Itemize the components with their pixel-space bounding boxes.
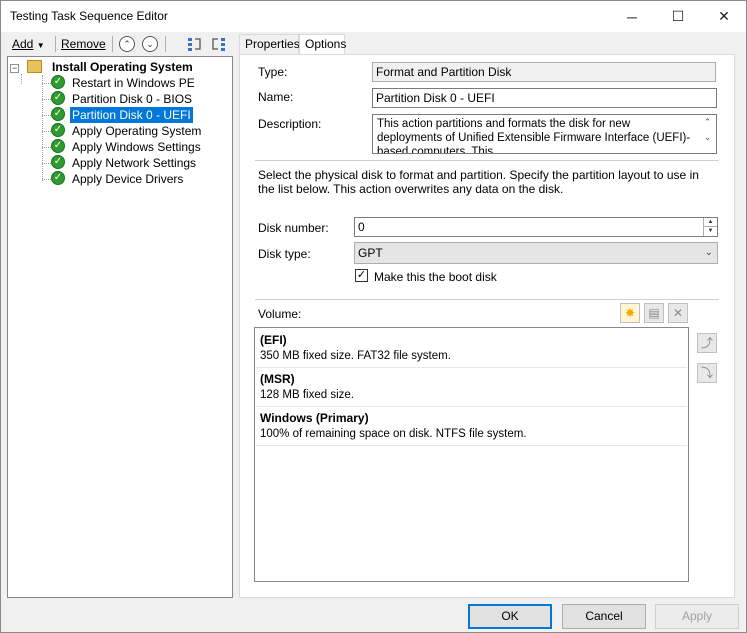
- tab-label: Properties: [245, 37, 300, 51]
- volume-description: 128 MB fixed size.: [260, 389, 354, 401]
- disk-type-select[interactable]: GPT ⌄: [354, 242, 718, 264]
- maximize-button[interactable]: ☐: [655, 1, 701, 32]
- disk-number-stepper[interactable]: 0 ▲ ▼: [354, 217, 718, 237]
- dropdown-arrow-icon: ▼: [36, 41, 45, 50]
- type-field: Format and Partition Disk: [372, 62, 716, 82]
- success-check-icon: ✓: [51, 107, 65, 121]
- tree-root-label: Install Operating System: [52, 60, 193, 74]
- folder-icon: [27, 60, 42, 73]
- description-text: This action partitions and formats the d…: [377, 118, 691, 154]
- volume-label: Volume:: [258, 307, 302, 321]
- disk-number-value: 0: [358, 220, 365, 234]
- description-textarea[interactable]: This action partitions and formats the d…: [372, 114, 717, 154]
- volume-name: Windows (Primary): [260, 411, 369, 425]
- collapse-icon[interactable]: −: [10, 64, 19, 73]
- tab-label: Options: [305, 37, 347, 51]
- tree-line: [21, 74, 22, 84]
- type-label: Type:: [258, 65, 288, 79]
- scroll-down-icon[interactable]: ⌄: [699, 129, 716, 145]
- tree-item-label: Apply Network Settings: [72, 156, 197, 170]
- new-volume-icon[interactable]: ✸: [620, 303, 640, 323]
- minimize-button[interactable]: ─: [609, 1, 655, 32]
- tree-item-label: Apply Device Drivers: [72, 172, 184, 186]
- tree-root-install-os[interactable]: Install Operating System: [52, 59, 193, 75]
- move-up-icon[interactable]: ⌃: [119, 36, 135, 52]
- instructions-text: Select the physical disk to format and p…: [258, 168, 699, 196]
- apply-button[interactable]: Apply: [655, 604, 739, 629]
- name-label: Name:: [258, 90, 294, 104]
- indent-icon[interactable]: [187, 36, 203, 52]
- boot-disk-checkbox[interactable]: ✓: [355, 269, 368, 282]
- add-menu-button[interactable]: Add ▼: [12, 34, 45, 54]
- boot-disk-label: Make this the boot disk: [374, 270, 497, 284]
- move-down-icon[interactable]: ⌄: [142, 36, 158, 52]
- disk-type-label: Disk type:: [258, 247, 311, 261]
- toolbar-separator: [165, 36, 166, 52]
- success-check-icon: ✓: [51, 171, 65, 185]
- disk-type-value: GPT: [358, 246, 383, 260]
- volume-list[interactable]: (EFI) 350 MB fixed size. FAT32 file syst…: [254, 327, 689, 582]
- disk-number-label: Disk number:: [258, 221, 329, 235]
- volume-properties-icon[interactable]: ▤: [644, 303, 664, 323]
- window-title: Testing Task Sequence Editor: [10, 9, 168, 23]
- cancel-button[interactable]: Cancel: [562, 604, 646, 629]
- move-volume-up-icon[interactable]: ⤴: [697, 333, 717, 353]
- volume-name: (EFI): [260, 333, 287, 347]
- delete-volume-icon[interactable]: ✕: [668, 303, 688, 323]
- volume-description: 100% of remaining space on disk. NTFS fi…: [260, 428, 527, 440]
- close-button[interactable]: ✕: [701, 1, 747, 32]
- success-check-icon: ✓: [51, 139, 65, 153]
- spin-buttons[interactable]: ▲ ▼: [703, 218, 717, 236]
- toolbar-separator: [112, 36, 113, 52]
- task-sequence-editor-window: Testing Task Sequence Editor ─ ☐ ✕ Add ▼…: [0, 0, 747, 633]
- ok-button[interactable]: OK: [468, 604, 552, 629]
- title-bar: Testing Task Sequence Editor ─ ☐ ✕: [1, 1, 746, 32]
- spin-up-icon[interactable]: ▲: [704, 218, 717, 227]
- remove-button[interactable]: Remove: [61, 34, 106, 54]
- section-divider: [255, 299, 719, 300]
- section-divider: [255, 160, 719, 161]
- tree-item-label: Partition Disk 0 - BIOS: [72, 92, 193, 106]
- description-label: Description:: [258, 117, 322, 131]
- description-scrollbar[interactable]: ⌃ ⌄: [699, 115, 716, 153]
- spin-down-icon[interactable]: ▼: [704, 227, 717, 236]
- move-volume-down-icon[interactable]: ⤵: [697, 363, 717, 383]
- add-label: Add: [12, 37, 34, 51]
- list-item[interactable]: (MSR) 128 MB fixed size.: [256, 368, 687, 407]
- toolbar-separator: [55, 36, 56, 52]
- volume-name: (MSR): [260, 372, 295, 386]
- list-item[interactable]: Windows (Primary) 100% of remaining spac…: [256, 407, 687, 446]
- tab-properties[interactable]: Properties: [239, 34, 300, 54]
- success-check-icon: ✓: [51, 91, 65, 105]
- tree-toolbar: Add ▼ Remove ⌃ ⌄: [7, 34, 233, 54]
- tree-item-label: Apply Operating System: [72, 124, 202, 138]
- volume-description: 350 MB fixed size. FAT32 file system.: [260, 350, 451, 362]
- tab-options[interactable]: Options: [299, 34, 347, 55]
- outdent-icon[interactable]: [210, 36, 226, 52]
- success-check-icon: ✓: [51, 155, 65, 169]
- remove-label: Remove: [61, 37, 106, 51]
- success-check-icon: ✓: [51, 75, 65, 89]
- tree-item-label: Restart in Windows PE: [72, 76, 195, 90]
- scroll-up-icon[interactable]: ⌃: [699, 115, 716, 129]
- chevron-down-icon: ⌄: [704, 247, 713, 258]
- name-input[interactable]: Partition Disk 0 - UEFI: [372, 88, 717, 108]
- success-check-icon: ✓: [51, 123, 65, 137]
- tree-item-label: Apply Windows Settings: [72, 140, 201, 154]
- tree-item-label: Partition Disk 0 - UEFI: [70, 107, 193, 123]
- list-item[interactable]: (EFI) 350 MB fixed size. FAT32 file syst…: [256, 329, 687, 368]
- tree-line: [42, 75, 43, 181]
